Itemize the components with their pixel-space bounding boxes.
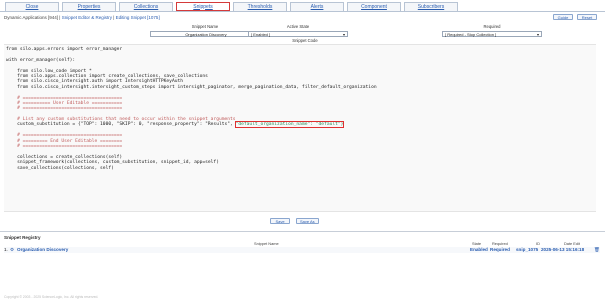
- row-date: 2025-06-13 15:16:18: [541, 247, 585, 252]
- highlighted-org-substitution: "default_organization_name": "default"}: [234, 121, 345, 129]
- guide-button[interactable]: Guide: [553, 14, 573, 20]
- tab-close[interactable]: Close: [5, 2, 59, 11]
- code-line: save_collections(collections, self): [6, 165, 114, 171]
- required-value: [ Required - Stop Collection ]: [445, 31, 497, 37]
- table-row: 1. ⚙ Organization Discovery Enabled Requ…: [4, 247, 600, 253]
- snippet-code-label: Snippet Code: [292, 38, 318, 43]
- snippet-registry: Snippet Registry Snippet Name State Requ…: [0, 231, 605, 300]
- code-substitution-start: custom_substitution = {"TOP": 1000, "SKI…: [6, 122, 236, 128]
- row-state: Enabled: [470, 247, 488, 252]
- breadcrumb-current: Editing Snippet [1075]: [115, 15, 160, 20]
- row-index: 1.: [4, 247, 8, 252]
- row-id: snip_1075: [516, 247, 539, 252]
- chevron-down-icon: ▾: [536, 31, 539, 37]
- tab-properties[interactable]: Properties: [62, 2, 116, 11]
- reset-button[interactable]: Reset: [577, 14, 597, 20]
- active-state-value: [ Enabled ]: [251, 31, 271, 37]
- code-editor[interactable]: from silo.apps.errors import error_manag…: [4, 44, 596, 212]
- header-id[interactable]: ID: [536, 241, 540, 246]
- tab-alerts[interactable]: Alerts: [290, 2, 344, 11]
- save-button-group: Save Save As: [270, 218, 319, 224]
- edit-gear-icon[interactable]: ⚙: [10, 247, 14, 253]
- breadcrumb-root: Dynamic Applications [944]: [4, 15, 59, 20]
- header-date-edit[interactable]: Date Edit: [564, 241, 580, 246]
- tab-subscribers[interactable]: Subscribers: [404, 2, 458, 11]
- header-required[interactable]: Required: [492, 241, 508, 246]
- delete-trash-icon[interactable]: 🗑: [594, 247, 600, 253]
- header-snippet-name[interactable]: Snippet Name: [254, 241, 279, 246]
- required-select[interactable]: [ Required - Stop Collection ] ▾: [442, 31, 542, 37]
- row-required: Required: [490, 247, 510, 252]
- save-button[interactable]: Save: [270, 218, 290, 224]
- header-state[interactable]: State: [472, 241, 481, 246]
- tab-collections[interactable]: Collections: [119, 2, 173, 11]
- tab-bar: Close Properties Collections Snippets Th…: [0, 0, 605, 12]
- snippet-name-link[interactable]: Organization Discovery: [17, 247, 68, 252]
- save-as-button[interactable]: Save As: [296, 218, 319, 224]
- active-state-label: Active State: [286, 24, 310, 29]
- breadcrumb-section[interactable]: Snippet Editor & Registry: [62, 15, 112, 20]
- tab-thresholds[interactable]: Thresholds: [233, 2, 287, 11]
- chevron-down-icon: ▾: [342, 31, 345, 37]
- snippet-name-label: Snippet Name: [191, 24, 219, 29]
- snippet-name-input[interactable]: Organization Discovery: [150, 31, 260, 37]
- required-label: Required: [483, 24, 501, 29]
- top-buttons: Guide Reset: [553, 14, 597, 20]
- registry-title: Snippet Registry: [4, 235, 41, 240]
- active-state-select[interactable]: [ Enabled ] ▾: [248, 31, 348, 37]
- tab-snippets[interactable]: Snippets: [176, 2, 230, 11]
- footer-copyright: Copyright © 2003 - 2025 ScienceLogic, In…: [4, 295, 99, 299]
- tab-component[interactable]: Component: [347, 2, 401, 11]
- breadcrumb: Dynamic Applications [944] | Snippet Edi…: [4, 15, 160, 20]
